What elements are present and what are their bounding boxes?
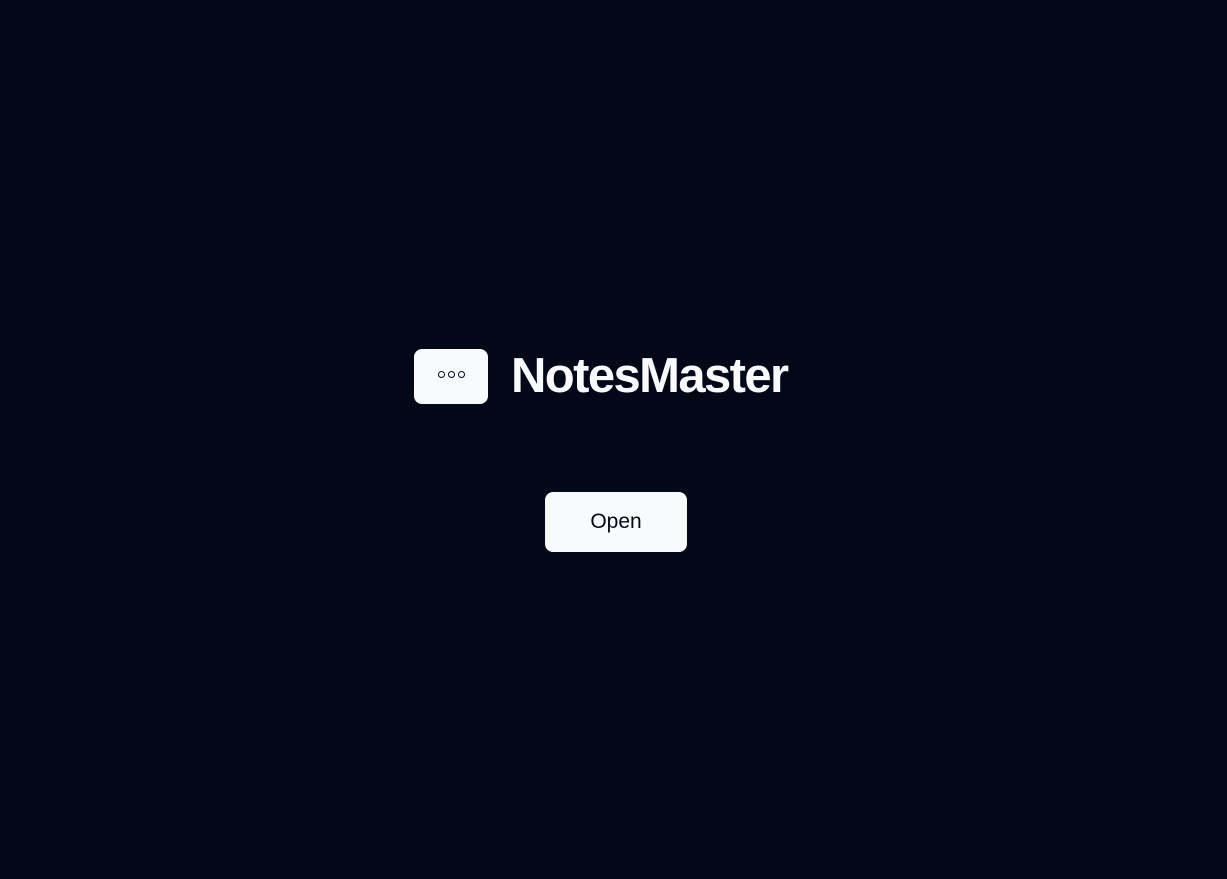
app-logo (414, 349, 488, 404)
brand-header: NotesMaster (414, 349, 789, 404)
app-screen: NotesMaster Open (0, 0, 1227, 879)
logo-dot-icon (437, 371, 445, 378)
logo-dot-icon (447, 371, 455, 378)
app-title: NotesMaster (511, 349, 789, 403)
open-button[interactable]: Open (545, 492, 687, 552)
logo-dot-icon (457, 371, 465, 378)
